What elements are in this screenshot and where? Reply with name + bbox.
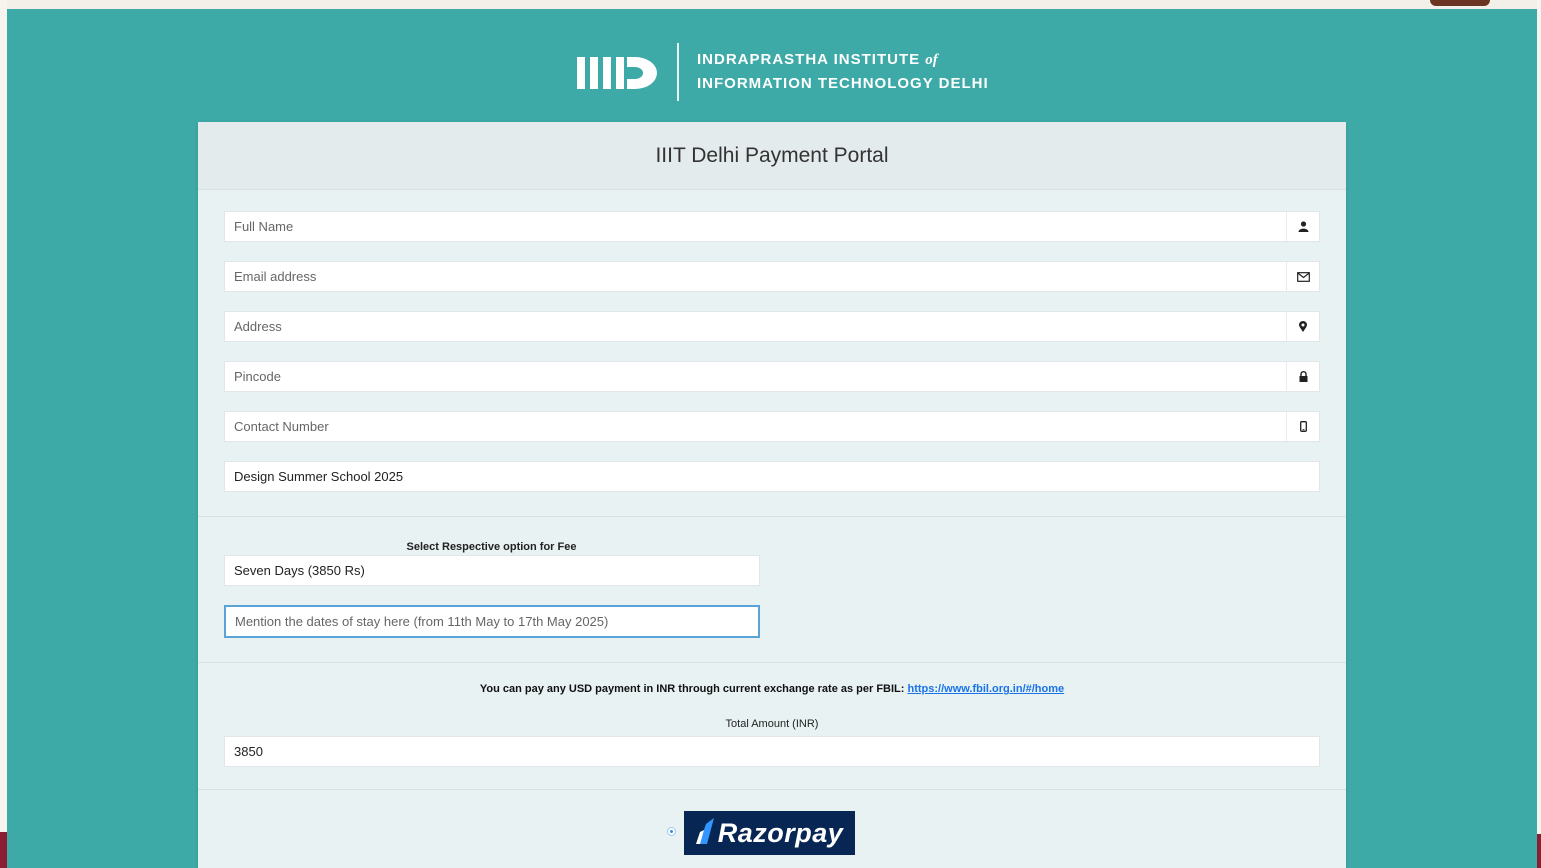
razorpay-button[interactable]: Razorpay xyxy=(684,811,855,855)
fee-select-value: Seven Days (3850 Rs) xyxy=(234,563,365,578)
fee-select[interactable]: Seven Days (3850 Rs) xyxy=(224,555,760,586)
total-amount-label: Total Amount (INR) xyxy=(725,718,819,730)
usd-payment-note: You can pay any USD payment in INR throu… xyxy=(198,683,1346,695)
email-field[interactable]: Email address xyxy=(224,261,1320,292)
corner-decoration-right xyxy=(1537,834,1541,868)
total-amount-value: 3850 xyxy=(234,744,263,759)
stay-dates-input[interactable]: Mention the dates of stay here (from 11t… xyxy=(224,605,760,638)
contact-number-placeholder: Contact Number xyxy=(234,419,329,434)
personal-details-section: Full Name Email address Address Pincode xyxy=(198,190,1346,517)
lock-icon xyxy=(1286,362,1319,391)
fee-section: Select Respective option for Fee Seven D… xyxy=(198,517,1346,663)
iiitd-logo-mark xyxy=(577,47,667,97)
pincode-field[interactable]: Pincode xyxy=(224,361,1320,392)
address-field[interactable]: Address xyxy=(224,311,1320,342)
map-marker-icon xyxy=(1286,312,1319,341)
total-amount-field[interactable]: 3850 xyxy=(224,736,1320,767)
user-icon xyxy=(1286,212,1319,241)
razorpay-radio[interactable] xyxy=(667,827,676,836)
card-header: IIIT Delhi Payment Portal xyxy=(198,122,1346,190)
envelope-icon xyxy=(1286,262,1319,291)
fee-select-label: Select Respective option for Fee xyxy=(406,541,577,553)
payment-method-section: Razorpay xyxy=(198,790,1346,868)
amount-section: You can pay any USD payment in INR throu… xyxy=(198,663,1346,790)
razorpay-label: Razorpay xyxy=(717,817,844,848)
corner-decoration-left xyxy=(0,832,7,868)
razorpay-logo-icon xyxy=(695,817,714,849)
full-name-placeholder: Full Name xyxy=(234,219,294,234)
email-placeholder: Email address xyxy=(234,269,317,284)
institute-name: INDRAPRASTHA INSTITUTE of INFORMATION TE… xyxy=(697,51,989,92)
course-value: Design Summer School 2025 xyxy=(234,469,404,484)
page-background: INDRAPRASTHA INSTITUTE of INFORMATION TE… xyxy=(7,9,1537,868)
top-decoration xyxy=(1430,0,1490,6)
course-field[interactable]: Design Summer School 2025 xyxy=(224,461,1320,492)
logo-divider xyxy=(677,43,679,101)
address-placeholder: Address xyxy=(234,319,282,334)
fbil-link[interactable]: https://www.fbil.org.in/#/home xyxy=(908,683,1065,695)
pincode-placeholder: Pincode xyxy=(234,369,281,384)
mobile-icon xyxy=(1286,412,1319,441)
iiitd-logo: INDRAPRASTHA INSTITUTE of INFORMATION TE… xyxy=(577,37,989,107)
contact-number-field[interactable]: Contact Number xyxy=(224,411,1320,442)
stay-dates-placeholder: Mention the dates of stay here (from 11t… xyxy=(235,614,609,629)
full-name-field[interactable]: Full Name xyxy=(224,211,1320,242)
right-edge xyxy=(1537,0,1541,868)
usd-note-text: You can pay any USD payment in INR throu… xyxy=(479,683,905,695)
page-title: IIIT Delhi Payment Portal xyxy=(655,143,889,167)
payment-form-card: IIIT Delhi Payment Portal Full Name Emai… xyxy=(198,122,1346,868)
left-edge xyxy=(0,0,7,868)
